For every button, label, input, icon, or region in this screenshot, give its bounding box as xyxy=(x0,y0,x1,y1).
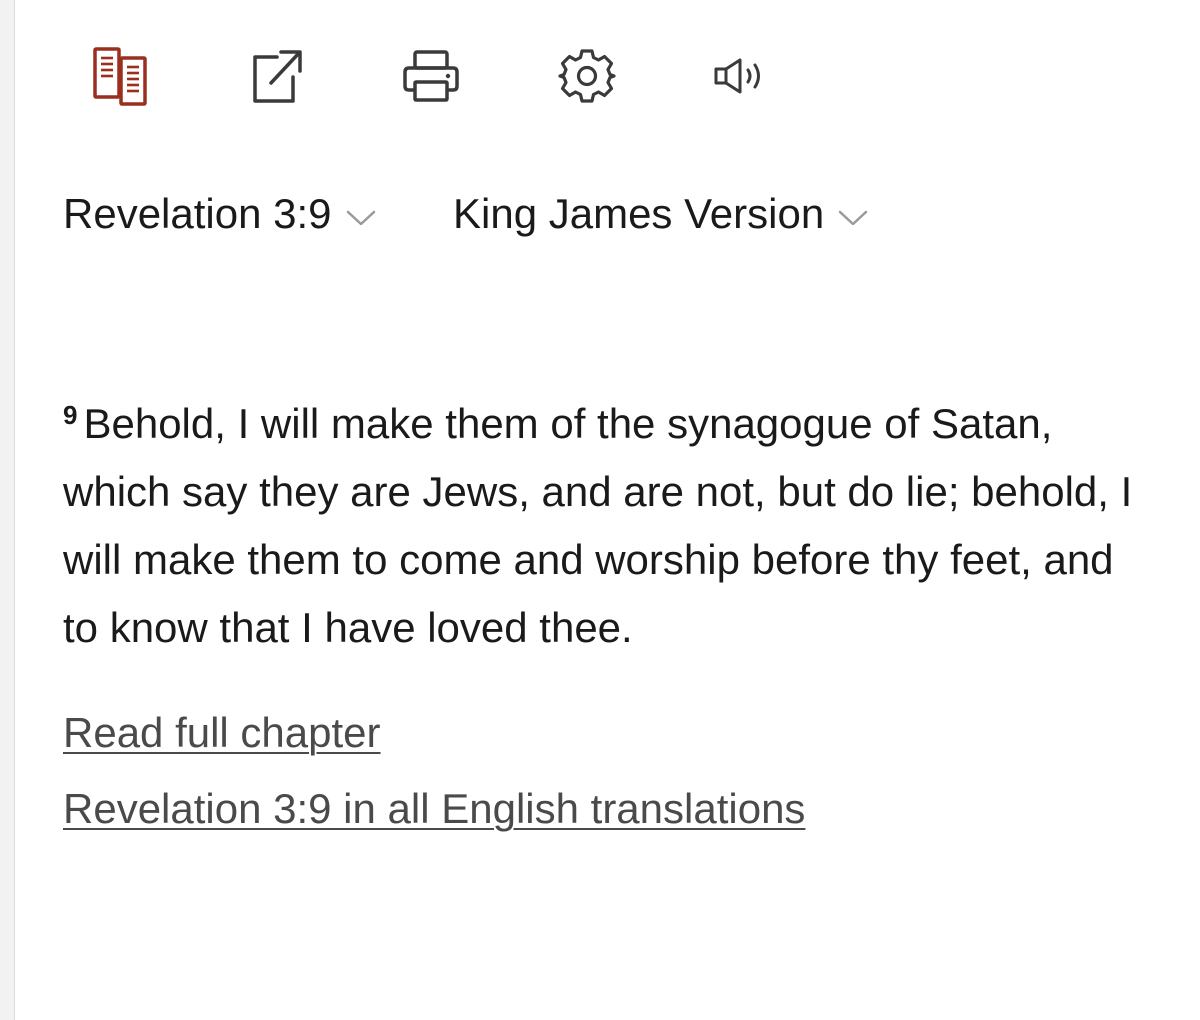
read-full-chapter-link[interactable]: Read full chapter xyxy=(63,707,381,759)
print-icon xyxy=(403,50,459,102)
share-icon xyxy=(253,50,302,103)
share-button[interactable] xyxy=(243,44,307,108)
chevron-down-icon xyxy=(838,210,868,226)
parallel-view-button[interactable] xyxy=(88,44,152,108)
settings-gear-icon xyxy=(558,49,616,103)
reference-dropdown[interactable]: Revelation 3:9 xyxy=(63,188,376,240)
left-edge-border xyxy=(0,0,15,1020)
verse-text: Behold, I will make them of the synagogu… xyxy=(63,400,1133,651)
audio-speaker-icon xyxy=(714,58,760,94)
verse-number: 9 xyxy=(63,400,78,430)
reference-label: Revelation 3:9 xyxy=(63,190,332,237)
version-dropdown[interactable]: King James Version xyxy=(453,188,868,240)
bible-passage-panel: Revelation 3:9 King James Version 9 Behol… xyxy=(0,0,1200,1020)
audio-button[interactable] xyxy=(710,44,774,108)
all-translations-link[interactable]: Revelation 3:9 in all English translatio… xyxy=(63,783,805,835)
version-label: King James Version xyxy=(453,190,825,237)
verse-paragraph: 9 Behold, I will make them of the synagog… xyxy=(63,381,1153,662)
chevron-down-icon xyxy=(346,210,375,226)
print-button[interactable] xyxy=(399,44,463,108)
parallel-view-icon xyxy=(93,47,147,106)
settings-button[interactable] xyxy=(555,44,619,108)
